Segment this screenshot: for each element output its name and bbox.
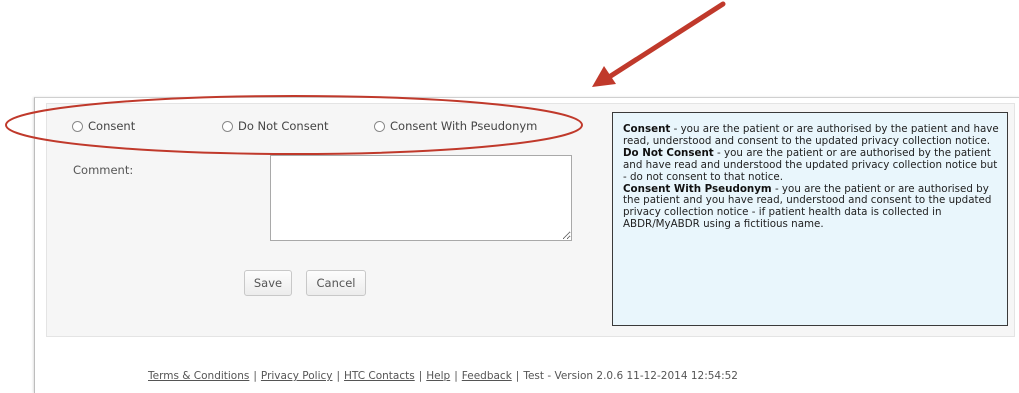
radio-do-not-consent[interactable]: Do Not Consent <box>222 119 329 133</box>
footer-separator: | <box>336 370 341 382</box>
radio-do-not-consent-circle[interactable] <box>222 120 233 132</box>
footer-feedback-link[interactable]: Feedback <box>462 370 512 382</box>
footer-help-link[interactable]: Help <box>426 370 450 382</box>
radio-consent-label: Consent <box>88 119 136 133</box>
radio-consent[interactable]: Consent <box>72 119 135 133</box>
save-button[interactable]: Save <box>244 270 292 296</box>
annotation-arrow-shaft <box>603 1 726 82</box>
consent-info-box: Consent - you are the patient or are aut… <box>612 112 1008 326</box>
comment-label: Comment: <box>73 163 134 177</box>
footer-privacy-link[interactable]: Privacy Policy <box>261 370 333 382</box>
radio-consent-with-pseudonym[interactable]: Consent With Pseudonym <box>374 119 537 133</box>
info-pseudonym-title: Consent With Pseudonym <box>623 182 772 195</box>
footer-contacts-link[interactable]: HTC Contacts <box>344 370 415 382</box>
info-pseudonym: Consent With Pseudonym - you are the pat… <box>623 182 999 232</box>
radio-consent-with-pseudonym-label: Consent With Pseudonym <box>390 119 538 133</box>
radio-do-not-consent-label: Do Not Consent <box>238 119 329 133</box>
cancel-button[interactable]: Cancel <box>306 270 366 296</box>
info-do-not-consent: Do Not Consent - you are the patient or … <box>623 146 999 184</box>
footer-version: Test - Version 2.0.6 11-12-2014 12:54:52 <box>523 370 738 382</box>
footer-separator: | <box>253 370 257 382</box>
info-consent-title: Consent <box>623 123 671 135</box>
annotation-arrow-head <box>592 66 616 87</box>
radio-consent-circle[interactable] <box>72 120 83 132</box>
footer-separator: | <box>454 370 458 382</box>
footer: Terms & Conditions | Privacy Policy | HTC Co… <box>0 370 1019 382</box>
info-do-not-consent-title: Do Not Consent <box>623 146 714 159</box>
info-consent-text: - you are the patient or are authorised … <box>623 123 999 147</box>
radio-consent-with-pseudonym-circle[interactable] <box>374 120 385 132</box>
footer-terms-link[interactable]: Terms & Conditions <box>148 370 249 382</box>
comment-textarea[interactable] <box>270 155 572 241</box>
footer-separator: | <box>418 370 423 382</box>
info-consent: Consent - you are the patient or are aut… <box>623 123 999 148</box>
footer-separator: | <box>515 370 520 382</box>
